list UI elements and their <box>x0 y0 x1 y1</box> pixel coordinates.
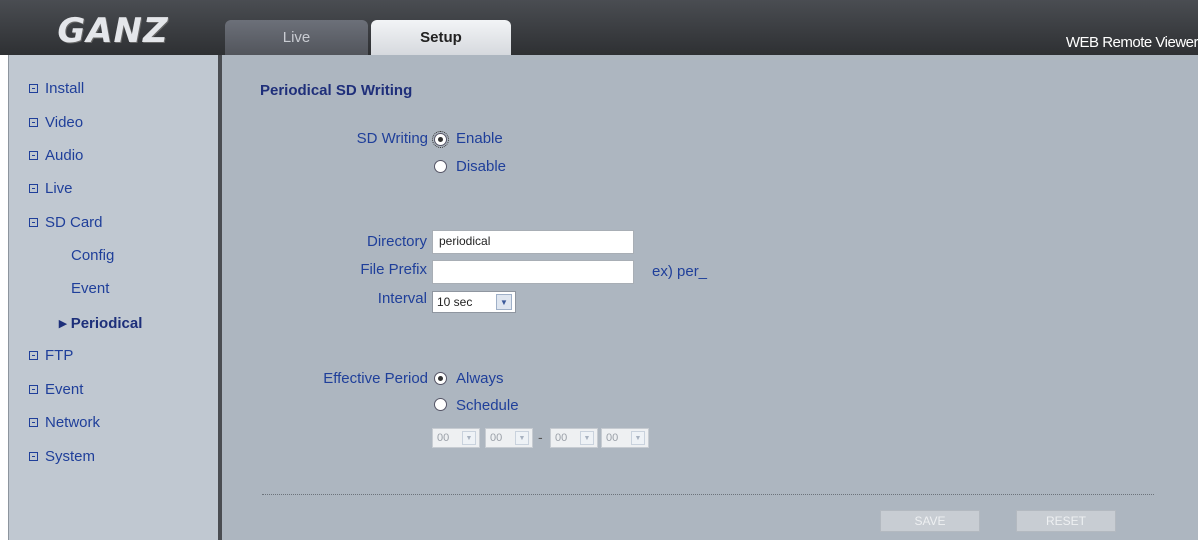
sidebar-subitem-event[interactable]: Event <box>71 280 109 297</box>
expand-icon <box>29 184 38 193</box>
sidebar-item-audio[interactable]: Audio <box>29 147 83 164</box>
interval-label: Interval <box>377 290 427 307</box>
sidebar-subitem-periodical[interactable]: ▸ Periodical <box>59 314 142 332</box>
file-prefix-input[interactable] <box>432 260 634 284</box>
sidebar-item-label: Audio <box>45 147 84 164</box>
chevron-down-icon: ▼ <box>515 431 529 445</box>
sidebar-item-video[interactable]: Video <box>29 114 83 131</box>
chevron-down-icon: ▼ <box>462 431 476 445</box>
sidebar-item-live[interactable]: Live <box>29 180 73 197</box>
schedule-end-hour-select[interactable]: 00 ▼ <box>550 428 598 448</box>
schedule-start-hour-select[interactable]: 00 ▼ <box>432 428 480 448</box>
sidebar-item-system[interactable]: System <box>29 448 95 465</box>
expand-icon <box>29 218 38 227</box>
sidebar-item-label: Live <box>45 180 73 197</box>
schedule-start-min-select[interactable]: 00 ▼ <box>485 428 533 448</box>
ganz-logo: GANZ <box>57 11 169 51</box>
save-button[interactable]: SAVE <box>880 510 980 532</box>
expand-icon <box>29 452 38 461</box>
interval-value: 10 sec <box>437 295 473 309</box>
interval-select[interactable]: 10 sec ▼ <box>432 291 516 313</box>
file-prefix-label: File Prefix <box>360 261 427 278</box>
sidebar-item-label: Event <box>45 381 84 398</box>
app-title: WEB Remote Viewer <box>1065 34 1198 51</box>
effective-period-label: Effective Period <box>323 370 428 387</box>
effective-period-schedule-label: Schedule <box>456 397 519 414</box>
expand-icon <box>29 385 38 394</box>
sidebar-item-network[interactable]: Network <box>29 414 100 431</box>
sidebar-item-label: System <box>45 448 96 465</box>
schedule-end-min-select[interactable]: 00 ▼ <box>601 428 649 448</box>
page-title: Periodical SD Writing <box>260 82 413 99</box>
expand-icon <box>29 418 38 427</box>
effective-period-always-label: Always <box>456 370 504 387</box>
sidebar-item-ftp[interactable]: FTP <box>29 347 73 364</box>
sd-writing-enable-label: Enable <box>456 130 503 147</box>
chevron-down-icon: ▼ <box>580 431 594 445</box>
directory-label: Directory <box>366 233 427 250</box>
sidebar-item-label: Video <box>45 114 84 131</box>
tab-live[interactable]: Live <box>225 20 368 55</box>
schedule-end-hour-value: 00 <box>555 432 568 444</box>
sd-writing-label: SD Writing <box>356 130 428 147</box>
reset-button[interactable]: RESET <box>1016 510 1116 532</box>
sd-writing-disable-radio[interactable] <box>434 160 447 173</box>
sidebar-item-label: Network <box>45 414 101 431</box>
footer-divider <box>262 494 1154 495</box>
chevron-down-icon: ▼ <box>496 294 512 310</box>
sidebar-item-sd-card[interactable]: SD Card <box>29 214 103 231</box>
expand-icon <box>29 84 38 93</box>
effective-period-always-radio[interactable] <box>434 372 447 385</box>
directory-input[interactable]: periodical <box>432 230 634 254</box>
schedule-start-hour-value: 00 <box>437 432 450 444</box>
sd-writing-disable-label: Disable <box>456 158 507 175</box>
expand-icon <box>29 118 38 127</box>
schedule-end-min-value: 00 <box>606 432 619 444</box>
chevron-down-icon: ▼ <box>631 431 645 445</box>
sidebar-item-event[interactable]: Event <box>29 381 83 398</box>
sidebar-item-label: SD Card <box>45 214 103 231</box>
sidebar-item-label: FTP <box>45 347 74 364</box>
expand-icon <box>29 151 38 160</box>
file-prefix-hint: ex) per_ <box>652 263 708 280</box>
schedule-separator: - <box>538 429 543 445</box>
schedule-start-min-value: 00 <box>490 432 503 444</box>
sd-writing-enable-radio[interactable] <box>432 131 449 148</box>
sidebar-item-label: Install <box>45 80 85 97</box>
effective-period-schedule-radio[interactable] <box>434 398 447 411</box>
tab-setup[interactable]: Setup <box>371 20 511 55</box>
sidebar-subitem-config[interactable]: Config <box>71 247 114 264</box>
sidebar-item-install[interactable]: Install <box>29 80 84 97</box>
expand-icon <box>29 351 38 360</box>
